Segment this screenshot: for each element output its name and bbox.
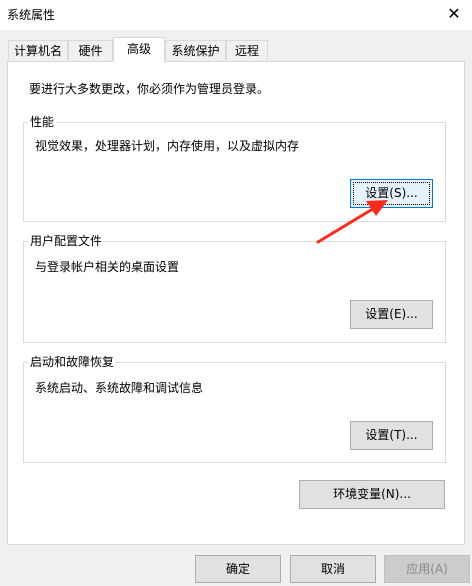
startup-recovery-description: 系统启动、系统故障和调试信息	[35, 381, 204, 395]
user-profiles-description: 与登录帐户相关的桌面设置	[35, 260, 180, 274]
performance-settings-button[interactable]: 设置(S)...	[350, 179, 433, 208]
user-profiles-settings-button[interactable]: 设置(E)...	[350, 300, 433, 329]
group-performance-title: 性能	[28, 113, 57, 130]
tab-computer-name[interactable]: 计算机名	[8, 40, 68, 60]
performance-description: 视觉效果，处理器计划，内存使用，以及虚拟内存	[35, 139, 300, 153]
title-bar: 系统属性 ✕	[0, 0, 472, 30]
group-startup-recovery-title: 启动和故障恢复	[28, 353, 117, 370]
cancel-button[interactable]: 取消	[290, 555, 376, 583]
environment-variables-button[interactable]: 环境变量(N)...	[299, 480, 445, 509]
close-icon[interactable]: ✕	[442, 2, 466, 26]
startup-recovery-settings-button[interactable]: 设置(T)...	[350, 421, 433, 450]
tab-hardware[interactable]: 硬件	[68, 40, 113, 60]
admin-notice: 要进行大多数更改，你必须作为管理员登录。	[29, 82, 270, 96]
window-title: 系统属性	[7, 8, 56, 22]
apply-button: 应用(A)	[384, 555, 470, 583]
tab-remote[interactable]: 远程	[226, 40, 268, 60]
tab-advanced[interactable]: 高级	[113, 37, 165, 62]
ok-button[interactable]: 确定	[195, 555, 281, 583]
group-user-profiles-title: 用户配置文件	[28, 232, 105, 249]
tab-system-protection[interactable]: 系统保护	[165, 40, 226, 60]
